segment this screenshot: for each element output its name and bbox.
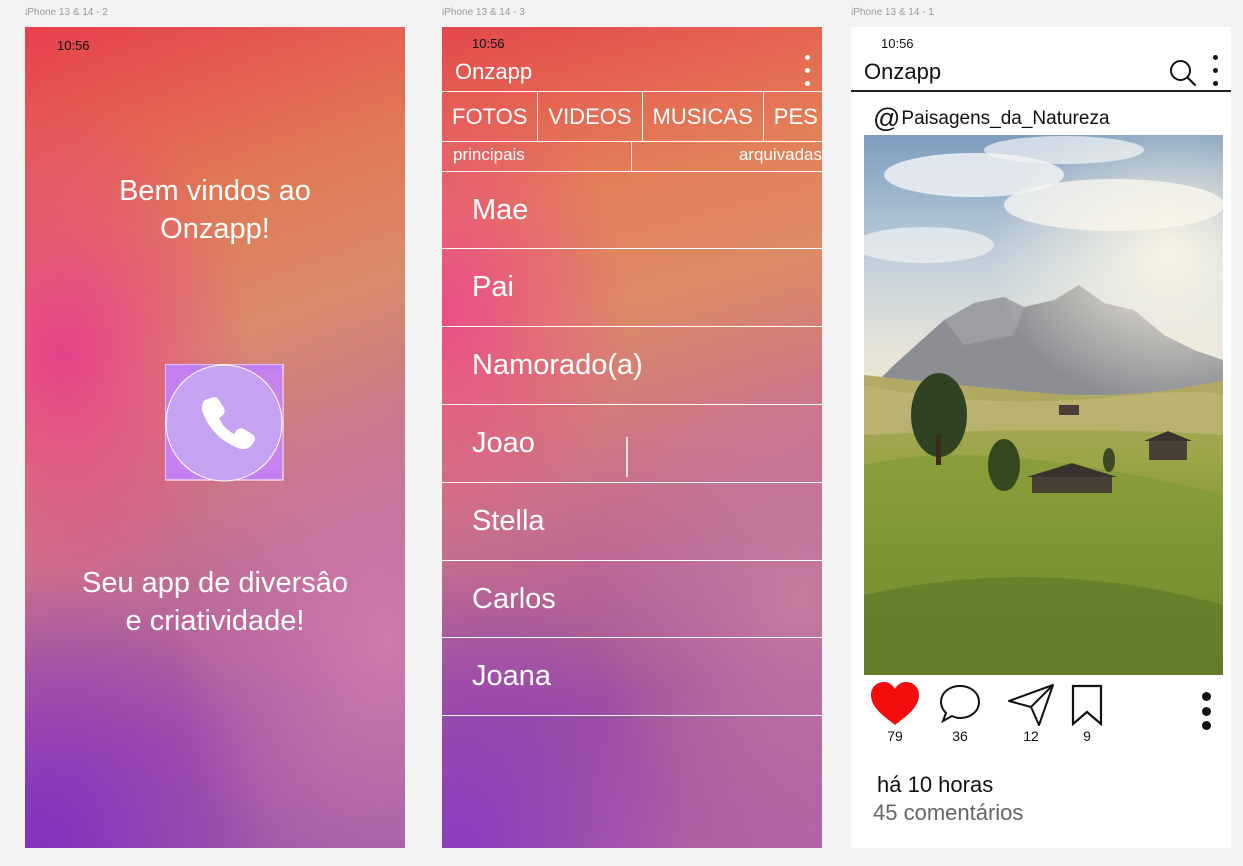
contact-item[interactable]: Joao <box>442 405 822 483</box>
post-screen: 10:56 Onzapp @ Paisagens_da_Natureza 79 … <box>851 27 1231 848</box>
header-divider <box>851 90 1231 92</box>
tab-fotos[interactable]: FOTOS <box>442 92 539 141</box>
frame-label: iPhone 13 & 14 - 2 <box>25 7 108 18</box>
tagline: Seu app de diversâo e criatividade! <box>81 567 349 637</box>
subtab-arquivadas[interactable]: arquivadas <box>632 142 822 171</box>
comment-count: 36 <box>952 728 968 744</box>
contact-item[interactable]: Namorado(a) <box>442 327 822 405</box>
phone-icon <box>164 363 284 482</box>
app-logo <box>164 363 285 484</box>
welcome-heading: Bem vindos ao Onzapp! <box>119 175 311 245</box>
bookmark-icon[interactable] <box>1071 682 1103 726</box>
post-more-icon[interactable] <box>1201 692 1211 730</box>
frame-label: iPhone 13 & 14 - 1 <box>851 7 934 18</box>
splash-screen: 10:56 Bem vindos ao Onzapp! Seu app de d… <box>25 27 405 848</box>
frame-label: iPhone 13 & 14 - 3 <box>442 7 525 18</box>
post-actions: 79 36 12 9 <box>851 682 1231 757</box>
post-image[interactable] <box>864 135 1223 675</box>
send-icon[interactable] <box>1006 682 1056 726</box>
view-comments-link[interactable]: 45 comentários <box>873 800 1023 826</box>
contact-item[interactable]: Mae <box>442 172 822 249</box>
share-action[interactable]: 12 <box>1006 682 1056 744</box>
share-count: 12 <box>1023 728 1039 744</box>
text-cursor <box>626 437 628 477</box>
heart-icon[interactable] <box>870 682 920 726</box>
app-title: Onzapp <box>864 59 942 84</box>
like-count: 79 <box>887 728 903 744</box>
post-author[interactable]: @ Paisagens_da_Natureza <box>873 103 1110 134</box>
at-symbol: @ <box>873 103 901 133</box>
tab-musicas[interactable]: MUSICAS <box>643 92 764 141</box>
save-action[interactable]: 9 <box>1071 682 1103 744</box>
contact-item[interactable]: Pai <box>442 249 822 327</box>
comment-icon[interactable] <box>938 682 982 726</box>
subtab-principais[interactable]: principais <box>442 142 632 171</box>
comment-action[interactable]: 36 <box>938 682 982 744</box>
contact-item[interactable]: Joana <box>442 638 822 716</box>
status-time: 10:56 <box>881 36 914 51</box>
subtabs: principais arquivadas <box>442 142 822 172</box>
more-options-icon[interactable] <box>1213 55 1219 86</box>
author-handle: Paisagens_da_Natureza <box>901 107 1110 129</box>
app-title: Onzapp <box>455 59 533 84</box>
contacts-screen: 10:56 Onzapp FOTOS VIDEOS MUSICAS PES pr… <box>442 27 822 848</box>
save-count: 9 <box>1083 728 1091 744</box>
like-action[interactable]: 79 <box>870 682 920 744</box>
status-time: 10:56 <box>57 38 90 53</box>
more-options-icon[interactable] <box>805 55 811 86</box>
search-icon[interactable] <box>1169 59 1197 87</box>
status-time: 10:56 <box>472 36 505 51</box>
category-tabs: FOTOS VIDEOS MUSICAS PES <box>442 91 822 142</box>
post-time: há 10 horas <box>877 772 994 797</box>
contact-item[interactable]: Stella <box>442 483 822 561</box>
tab-videos[interactable]: VIDEOS <box>538 92 643 141</box>
tab-pes[interactable]: PES <box>764 92 822 141</box>
contact-item[interactable]: Carlos <box>442 561 822 638</box>
